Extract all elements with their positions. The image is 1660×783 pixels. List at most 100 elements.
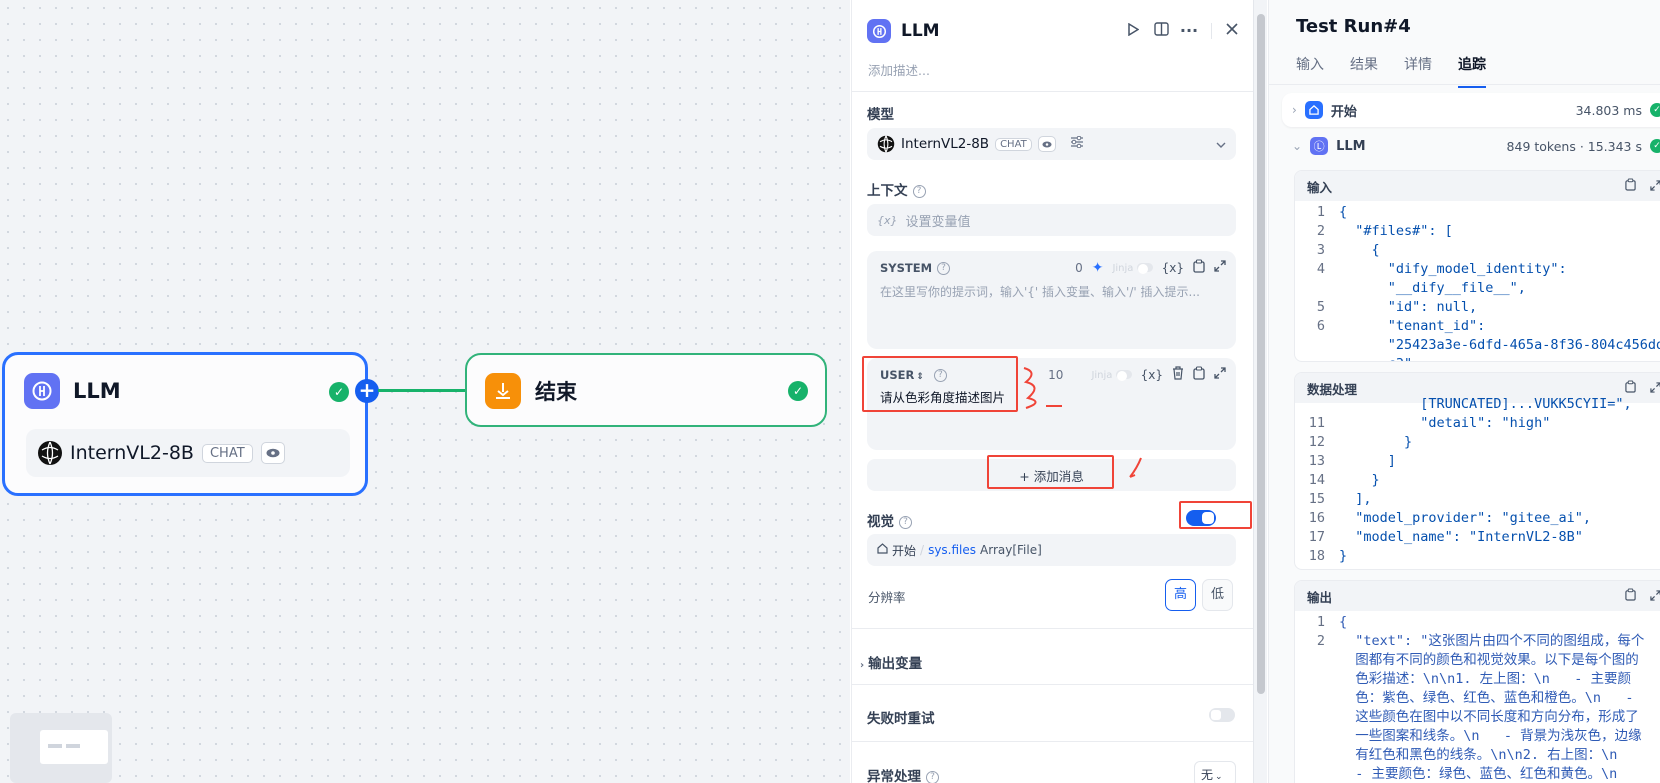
help-icon: ? [899, 515, 912, 529]
expand-icon[interactable] [1650, 179, 1660, 194]
insert-variable-icon[interactable]: {x} [1162, 261, 1184, 275]
run-step-icon[interactable] [1121, 22, 1145, 40]
error-handling-label: 异常处理? [867, 765, 939, 783]
tab-result[interactable]: 结果 [1350, 54, 1378, 88]
success-icon: ✓ [1650, 139, 1660, 153]
code-line: 有红色和黑色的线条。\n\n2. 右上图：\n [1295, 746, 1660, 765]
code-line: 18} [1295, 547, 1660, 566]
code-text: 色彩描述：\n\n1. 左上图：\n - 主要颜 [1339, 671, 1632, 687]
code-text: "tenant_id": [1339, 318, 1486, 334]
llm-success-icon: ✓ [329, 382, 349, 402]
close-icon[interactable] [1222, 23, 1242, 39]
output-code-block[interactable]: 1{2 "text": "这张图片由四个不同的图组成，每个 图都有不同的颜色和视… [1295, 611, 1660, 783]
scroll-thumb[interactable] [1257, 14, 1265, 694]
more-options-icon[interactable]: ··· [1177, 23, 1201, 39]
vision-variable-selector[interactable]: 开始 / sys.files Array[File] [867, 534, 1236, 566]
line-number: 2 [1316, 223, 1325, 239]
code-text: c3", [1339, 356, 1421, 361]
success-icon: ✓ [1650, 103, 1660, 117]
code-text: } [1339, 434, 1413, 450]
output-vars-toggle[interactable]: › 输出变量 [860, 652, 922, 672]
tab-trace[interactable]: 追踪 [1458, 54, 1486, 88]
home-icon [877, 543, 888, 557]
chevron-down-icon: ⌄ [1292, 139, 1303, 153]
code-line: [TRUNCATED]...VUKK5CYII=", [1295, 395, 1660, 414]
help-doc-icon[interactable] [1149, 22, 1173, 40]
code-text: 有红色和黑色的线条。\n\n2. 右上图：\n [1339, 747, 1618, 763]
copy-icon[interactable] [1625, 178, 1636, 194]
code-line: 2 "text": "这张图片由四个不同的图组成，每个 [1295, 632, 1660, 651]
add-next-node-button[interactable]: + [355, 379, 379, 403]
copy-icon[interactable] [1193, 259, 1205, 277]
code-text: "id": null, [1339, 299, 1478, 315]
retry-label: 失败时重试 [867, 711, 935, 727]
trace-start-meta: 34.803 ms [1575, 102, 1642, 118]
end-node[interactable]: 结束 ✓ [465, 353, 827, 427]
code-line: "__dify__file__", [1295, 279, 1660, 298]
description-input[interactable]: 添加描述... [868, 60, 930, 79]
panel-llm-icon [867, 19, 891, 43]
copy-icon[interactable] [1625, 380, 1636, 396]
resolution-high-button[interactable]: 高 [1165, 579, 1196, 611]
code-text: "model_provider": "gitee_ai", [1339, 510, 1591, 526]
line-number: 12 [1308, 434, 1325, 450]
expand-icon[interactable] [1650, 589, 1660, 604]
input-code-card: 输入 1{2 "#files#": [3 {4 "dify_model_iden… [1294, 170, 1660, 362]
vision-eye-icon [1037, 136, 1056, 152]
annotation-box-add [987, 455, 1114, 489]
workflow-canvas[interactable]: LLM ✓ InternVL2-8B CHAT + 结束 ✓ [0, 0, 850, 783]
panel-scrollbar[interactable] [1253, 0, 1267, 783]
chevron-down-icon [1216, 137, 1226, 152]
line-number: 4 [1316, 261, 1325, 277]
line-number: 14 [1308, 472, 1325, 488]
error-handling-select[interactable]: 无 ⌄ [1194, 761, 1236, 783]
model-params-icon[interactable] [1070, 135, 1084, 152]
trace-item-llm[interactable]: ⌄ Ⓛ LLM 849 tokens · 15.343 s ✓ [1282, 129, 1660, 163]
resolution-low-button[interactable]: 低 [1202, 579, 1233, 611]
retry-toggle[interactable] [1209, 708, 1235, 722]
context-placeholder: 设置变量值 [905, 214, 971, 230]
jinja-toggle[interactable]: Jinja [1112, 263, 1153, 274]
code-line: 13 ] [1295, 452, 1660, 471]
context-var-input[interactable]: {x} 设置变量值 [867, 204, 1236, 236]
model-label: 模型 [867, 107, 894, 123]
annotation-scribble [1023, 367, 1062, 409]
jinja-toggle[interactable]: Jinja [1091, 370, 1132, 381]
process-code-block[interactable]: [TRUNCATED]...VUKK5CYII=", 11 "detail": "… [1295, 395, 1660, 566]
insert-variable-icon[interactable]: {x} [1141, 368, 1163, 382]
system-prompt-editor[interactable]: SYSTEM? 0 ✦ Jinja {x} 在这里写你的提示词，输入'{' 插入… [867, 251, 1236, 349]
code-line: 14 } [1295, 471, 1660, 490]
code-text: 这些颜色在图中以不同长度和方向分布，形成了 [1339, 709, 1639, 725]
annotation-box-user [862, 356, 1018, 412]
end-success-icon: ✓ [788, 381, 808, 401]
help-icon: ? [912, 184, 926, 198]
ai-generate-icon[interactable]: ✦ [1092, 260, 1104, 276]
copy-icon[interactable] [1625, 588, 1636, 604]
tab-detail[interactable]: 详情 [1404, 54, 1432, 88]
expand-icon[interactable] [1214, 367, 1226, 383]
variable-icon: {x} [877, 213, 898, 227]
code-text: { [1339, 204, 1348, 220]
input-code-block[interactable]: 1{2 "#files#": [3 {4 "dify_model_identit… [1295, 201, 1660, 361]
output-card-title: 输出 [1307, 589, 1333, 605]
expand-icon[interactable] [1214, 260, 1226, 276]
model-chat-tag: CHAT [995, 137, 1032, 151]
line-number: 1 [1316, 204, 1325, 220]
help-icon: ? [926, 770, 939, 783]
model-selector[interactable]: InternVL2-8B CHAT [867, 128, 1236, 160]
line-number: 13 [1308, 453, 1325, 469]
copy-icon[interactable] [1193, 366, 1205, 384]
code-line: 11 "detail": "high" [1295, 414, 1660, 433]
end-node-icon [485, 373, 521, 409]
expand-icon[interactable] [1650, 381, 1660, 396]
line-number: 2 [1316, 633, 1325, 649]
llm-node[interactable]: LLM ✓ InternVL2-8B CHAT [2, 352, 368, 496]
tab-input[interactable]: 输入 [1296, 54, 1324, 88]
panel-title[interactable]: LLM [901, 21, 940, 41]
code-line: 1{ [1295, 613, 1660, 632]
code-text: [TRUNCATED]...VUKK5CYII=", [1339, 396, 1632, 412]
minimap[interactable] [10, 713, 112, 783]
delete-icon[interactable] [1172, 366, 1184, 384]
code-text: ], [1339, 491, 1372, 507]
trace-item-start[interactable]: › 开始 34.803 ms ✓ [1282, 93, 1660, 127]
